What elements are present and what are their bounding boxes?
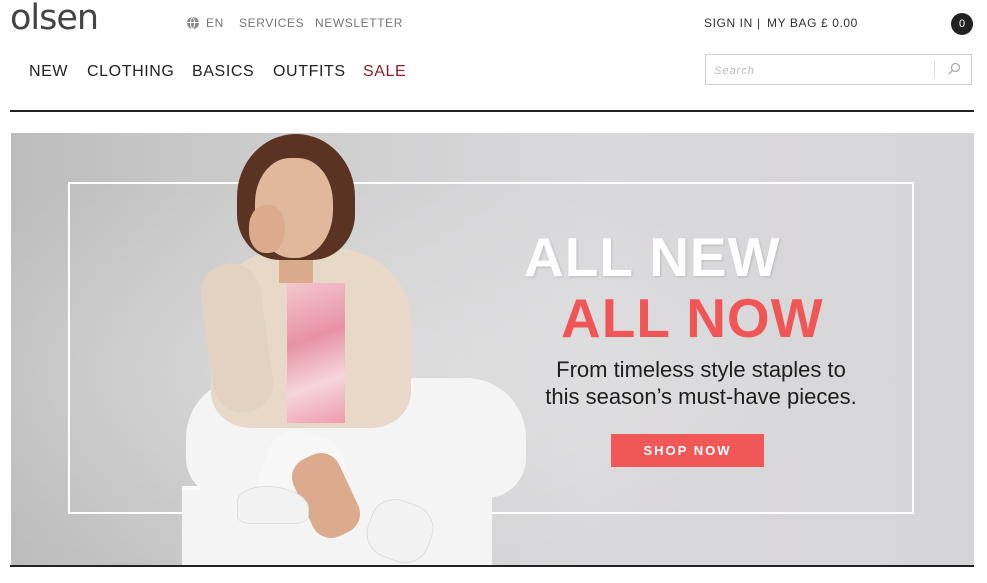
sign-in-link[interactable]: SIGN IN [704,16,753,30]
brand-logo[interactable]: olsen [10,0,99,38]
hero-banner[interactable]: ALL NEW ALL NOW From timeless style stap… [11,133,974,565]
hero-headline-line1: ALL NEW [524,226,781,288]
hero-tagline-line2: this season’s must-have pieces. [545,384,857,409]
search-box [705,54,972,85]
search-input[interactable] [712,60,931,82]
hero-tagline: From timeless style staples to this seas… [501,356,901,410]
services-link[interactable]: SERVICES [239,16,304,30]
bag-count-badge[interactable]: 0 [951,13,973,35]
nav-sale[interactable]: SALE [363,63,406,81]
nav-new[interactable]: NEW [29,63,68,81]
nav-outfits[interactable]: OUTFITS [273,63,346,81]
newsletter-link[interactable]: NEWSLETTER [315,16,403,30]
account-separator: | [757,16,761,30]
hero-bottom-divider [10,565,974,567]
nav-basics[interactable]: BASICS [192,63,254,81]
shop-now-button[interactable]: SHOP NOW [611,434,764,467]
my-bag-link[interactable]: MY BAG £ 0.00 [767,16,858,30]
nav-clothing[interactable]: CLOTHING [87,63,174,81]
header-divider [10,110,974,112]
hero-tagline-line1: From timeless style staples to [556,357,846,382]
hero-headline-line2: ALL NOW [561,287,824,349]
language-selector[interactable]: EN [206,16,224,30]
search-icon[interactable] [946,61,962,77]
search-divider [934,61,935,78]
globe-icon[interactable] [187,17,199,29]
